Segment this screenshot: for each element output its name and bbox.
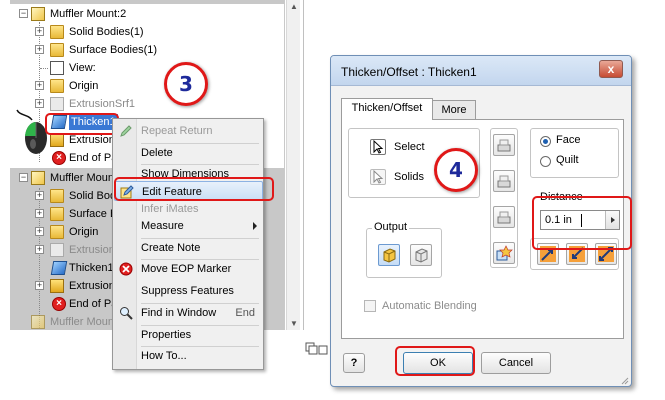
tree-item-solid-bodies[interactable]: + Solid Bodies(1) [10, 23, 280, 41]
folder-icon [50, 79, 64, 93]
dialog-titlebar[interactable]: Thicken/Offset : Thicken1 x [331, 56, 631, 86]
end-of-part-icon: × [52, 151, 66, 165]
scroll-down-icon[interactable]: ▼ [289, 319, 299, 328]
output-solid-button[interactable] [378, 244, 400, 266]
expand-icon[interactable]: + [35, 245, 44, 254]
expand-icon[interactable]: + [35, 27, 44, 36]
output-surface-button[interactable] [410, 244, 432, 266]
tree-item-view[interactable]: View: [10, 59, 280, 77]
menu-item-properties[interactable]: Properties [114, 325, 263, 345]
menu-item-find-in-window[interactable]: Find in Window End [114, 303, 263, 323]
tab-thicken-offset[interactable]: Thicken/Offset [341, 98, 433, 120]
menu-item-delete[interactable]: Delete [114, 143, 263, 163]
folder-icon [50, 189, 64, 203]
find-icon [119, 306, 133, 320]
quilt-label: Quilt [556, 154, 579, 166]
thicken1-highlight-frame [45, 113, 119, 135]
surface-feature-icon [50, 243, 64, 257]
menu-item-how-to[interactable]: How To... [114, 346, 263, 366]
expand-icon[interactable]: + [35, 227, 44, 236]
tree-vertical-scrollbar[interactable]: ▲ ▼ [286, 0, 300, 330]
end-of-part-icon: × [52, 297, 66, 311]
tab-more[interactable]: More [432, 100, 476, 120]
folder-icon [50, 207, 64, 221]
distance-highlight-frame [532, 196, 632, 250]
thicken-icon [50, 261, 68, 275]
view-icon [50, 61, 64, 75]
solids-arrow-icon[interactable] [370, 169, 386, 185]
taper-icon-button[interactable] [493, 242, 515, 264]
extrusion-icon [50, 279, 64, 293]
face-label: Face [556, 134, 581, 146]
menu-item-measure[interactable]: Measure [114, 216, 263, 236]
eop-marker-icon [119, 262, 133, 276]
folder-icon [50, 43, 64, 57]
part-icon [31, 7, 45, 21]
expand-icon[interactable]: + [35, 191, 44, 200]
face-radio[interactable] [540, 136, 551, 147]
folder-icon [50, 225, 64, 239]
menu-item-suppress-features[interactable]: Suppress Features [114, 281, 263, 301]
menu-item-repeat-return[interactable]: Repeat Return [114, 121, 263, 141]
select-arrow-icon[interactable] [370, 139, 386, 155]
collapse-icon[interactable]: − [19, 9, 28, 18]
menu-item-move-eop-marker[interactable]: Move EOP Marker [114, 259, 263, 279]
tree-item-muffler-mount-2[interactable]: − Muffler Mount:2 [10, 5, 280, 23]
step-3-callout: 3 [164, 62, 208, 106]
automatic-blending-label: Automatic Blending [382, 300, 477, 312]
direction-2-button[interactable] [493, 170, 515, 192]
scroll-up-icon[interactable]: ▲ [289, 2, 299, 11]
solids-label: Solids [394, 171, 424, 183]
expand-icon[interactable]: + [35, 45, 44, 54]
direction-3-button[interactable] [493, 206, 515, 228]
direction-1-button[interactable] [493, 134, 515, 156]
automatic-blending-checkbox[interactable] [364, 300, 376, 312]
expand-icon[interactable]: + [35, 81, 44, 90]
folder-icon [50, 25, 64, 39]
tree-item-surface-bodies[interactable]: + Surface Bodies(1) [10, 41, 280, 59]
submenu-arrow-icon [253, 222, 257, 230]
menu-item-create-note[interactable]: Create Note [114, 238, 263, 258]
tree-item-origin[interactable]: + Origin [10, 77, 280, 95]
quilt-radio[interactable] [540, 156, 551, 167]
cancel-button[interactable]: Cancel [481, 352, 551, 374]
part-icon [31, 171, 45, 185]
pencil-icon [119, 124, 133, 138]
collapse-icon[interactable]: − [19, 173, 28, 182]
ok-highlight-frame [395, 346, 475, 376]
output-label: Output [372, 221, 410, 233]
step-4-callout: 4 [434, 148, 478, 192]
expand-icon[interactable]: + [35, 209, 44, 218]
pane-divider [303, 0, 304, 330]
close-icon[interactable]: x [599, 60, 623, 78]
edit-feature-highlight-frame [114, 177, 274, 201]
expand-icon[interactable]: + [35, 99, 44, 108]
tree-top-cut [10, 0, 284, 4]
expand-icon[interactable]: + [35, 281, 44, 290]
part-icon [31, 315, 45, 329]
select-label: Select [394, 141, 425, 153]
resize-grip-icon[interactable] [619, 374, 629, 385]
help-button[interactable]: ? [343, 353, 365, 373]
browser-tabs-icon[interactable] [300, 340, 330, 360]
context-menu: Repeat Return Delete Show Dimensions Edi… [112, 118, 264, 370]
